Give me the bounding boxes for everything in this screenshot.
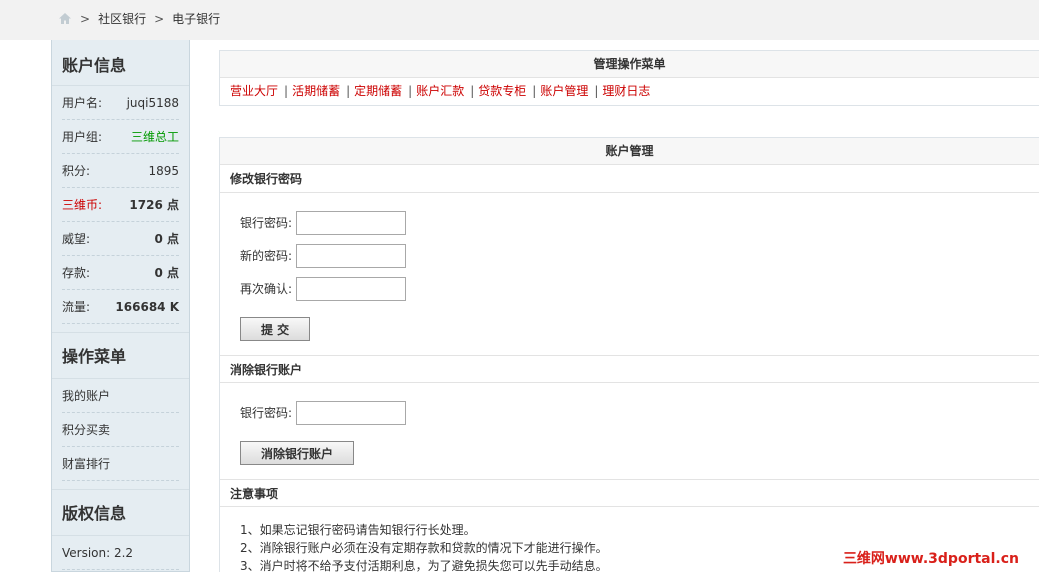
menu-divider: | — [346, 84, 351, 98]
sidebar-item-label[interactable]: 积分买卖 — [62, 421, 110, 438]
delete-password-input[interactable] — [296, 400, 406, 425]
delete-account-title: 消除银行账户 — [220, 355, 1039, 383]
new-password-label: 新的密码: — [240, 249, 293, 263]
row-value: 0 点 — [154, 266, 179, 280]
confirm-password-label: 再次确认: — [240, 282, 293, 296]
breadcrumb-community-bank[interactable]: 社区银行 — [98, 10, 146, 27]
row-label: 用户名: — [62, 96, 103, 110]
menu-divider: | — [532, 84, 537, 98]
row-value: 0 点 — [154, 232, 179, 246]
row-value: 1726 点 — [129, 198, 179, 212]
sidebar-item-label[interactable]: 财富排行 — [62, 455, 110, 472]
form-row: 银行密码: — [240, 206, 1019, 239]
account-row-deposit: 存款: 0 点 — [62, 256, 179, 290]
tab-business-hall[interactable]: 营业大厅 — [230, 84, 278, 98]
top-menu-links: 营业大厅 | 活期储蓄 | 定期储蓄 | 账户汇款 | 贷款专柜 | 账户管理 | 理财日志 — [220, 78, 1039, 105]
top-menu-title: 管理操作菜单 — [220, 51, 1039, 78]
account-info-title: 账户信息 — [52, 40, 189, 86]
new-password-input[interactable] — [296, 243, 406, 268]
delete-account-button[interactable]: 消除银行账户 — [240, 441, 355, 465]
row-label: 积分: — [62, 164, 91, 178]
form-row: 新的密码: — [240, 239, 1019, 272]
account-row-currency: 三维币: 1726 点 — [62, 188, 179, 222]
menu-divider: | — [284, 84, 289, 98]
menu-block: 操作菜单 我的账户 积分买卖 财富排行 — [52, 332, 189, 481]
home-icon[interactable] — [58, 12, 72, 25]
tab-finance-log[interactable]: 理财日志 — [602, 84, 650, 98]
menu-divider: | — [408, 84, 413, 98]
breadcrumb-separator: > — [80, 11, 91, 26]
form-row: 银行密码: — [240, 396, 1019, 429]
row-label: 存款: — [62, 266, 91, 280]
row-value: 三维总工 — [130, 130, 179, 144]
account-row-points: 积分: 1895 — [62, 154, 179, 188]
site-watermark: 三维网www.3dportal.cn — [842, 551, 1019, 567]
tab-demand-deposit[interactable]: 活期储蓄 — [292, 84, 340, 98]
breadcrumb-e-bank[interactable]: 电子银行 — [172, 10, 220, 27]
menu-divider: | — [470, 84, 475, 98]
row-value: juqi5188 — [126, 95, 179, 110]
sidebar-item-label[interactable]: 我的账户 — [62, 387, 110, 404]
form-row: 再次确认: — [240, 272, 1019, 305]
account-mgmt-panel: 账户管理 修改银行密码 银行密码: 新的密码: 再次确认: 提 交 消除银行账户… — [219, 137, 1039, 572]
account-row-username: 用户名: juqi5188 — [62, 86, 179, 120]
bank-password-label: 银行密码: — [240, 216, 293, 230]
account-mgmt-title: 账户管理 — [220, 138, 1039, 165]
account-row-traffic: 流量: 166684 K — [62, 290, 179, 324]
delete-account-form: 银行密码: 消除银行账户 — [220, 383, 1039, 479]
tab-remittance[interactable]: 账户汇款 — [416, 84, 464, 98]
row-label: 三维币: — [62, 198, 103, 212]
version-text: Version: 2.2 — [62, 545, 134, 560]
menu-divider: | — [594, 84, 599, 98]
tab-loans[interactable]: 贷款专柜 — [478, 84, 526, 98]
row-label: 用户组: — [62, 130, 103, 144]
submit-button[interactable]: 提 交 — [240, 317, 311, 341]
operation-menu-title: 操作菜单 — [52, 333, 189, 379]
main-content: 管理操作菜单 营业大厅 | 活期储蓄 | 定期储蓄 | 账户汇款 | 贷款专柜 | 账户管理 | 理财日… — [219, 50, 1039, 572]
top-bar: > 社区银行 > 电子银行 — [0, 0, 1039, 40]
breadcrumb: > 社区银行 > 电子银行 — [58, 10, 220, 27]
confirm-password-input[interactable] — [296, 276, 406, 301]
row-value: 166684 K — [115, 299, 179, 314]
copyright-title: 版权信息 — [52, 490, 189, 536]
sidebar-item-my-account[interactable]: 我的账户 — [62, 379, 179, 413]
version-row: Version: 2.2 — [62, 536, 179, 570]
copyright-block: 版权信息 Version: 2.2 — [52, 489, 189, 570]
top-menu-panel: 管理操作菜单 营业大厅 | 活期储蓄 | 定期储蓄 | 账户汇款 | 贷款专柜 | 账户管理 | 理财日… — [219, 50, 1039, 106]
account-row-group: 用户组: 三维总工 — [62, 120, 179, 154]
breadcrumb-separator: > — [154, 11, 165, 26]
change-password-title: 修改银行密码 — [220, 165, 1039, 193]
sidebar-item-points-trade[interactable]: 积分买卖 — [62, 413, 179, 447]
notes-title: 注意事项 — [220, 479, 1039, 507]
bank-password-input[interactable] — [296, 210, 406, 235]
tab-fixed-deposit[interactable]: 定期储蓄 — [354, 84, 402, 98]
sidebar-item-wealth-rank[interactable]: 财富排行 — [62, 447, 179, 481]
tab-account-mgmt[interactable]: 账户管理 — [540, 84, 588, 98]
row-value: 1895 — [148, 163, 179, 178]
account-row-prestige: 威望: 0 点 — [62, 222, 179, 256]
sidebar: 账户信息 用户名: juqi5188 用户组: 三维总工 积分: 1895 三维… — [51, 40, 190, 572]
row-label: 流量: — [62, 300, 91, 314]
row-label: 威望: — [62, 232, 91, 246]
note-item: 1、如果忘记银行密码请告知银行行长处理。 — [240, 523, 476, 537]
change-password-form: 银行密码: 新的密码: 再次确认: 提 交 — [220, 193, 1039, 355]
bank-password-label: 银行密码: — [240, 406, 293, 420]
